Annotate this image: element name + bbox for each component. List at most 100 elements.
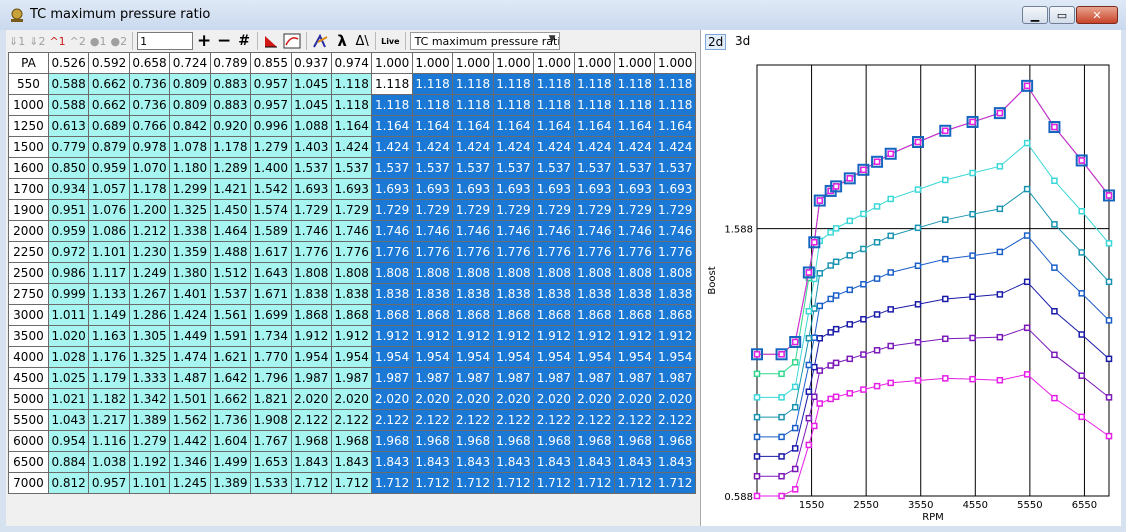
table-cell[interactable]: 1.746 — [330, 220, 373, 242]
table-cell[interactable]: 1.776 — [492, 241, 535, 263]
maximize-button[interactable]: ▭ — [1049, 6, 1075, 24]
table-cell[interactable]: 0.809 — [169, 94, 211, 116]
live-button[interactable]: Live — [380, 31, 400, 51]
table-cell[interactable]: 1.693 — [371, 178, 413, 200]
table-cell[interactable]: 1.693 — [492, 178, 535, 200]
table-cell[interactable]: 1.028 — [47, 346, 90, 368]
table-cell[interactable]: 2.122 — [371, 409, 413, 431]
table-cell[interactable]: 0.957 — [88, 472, 130, 494]
table-cell[interactable]: 1.021 — [47, 388, 90, 410]
table-cell[interactable]: 1.118 — [371, 94, 413, 116]
row-header[interactable]: 3000 — [8, 304, 49, 326]
table-cell[interactable]: 1.712 — [330, 472, 373, 494]
table-cell[interactable]: 1.746 — [573, 220, 616, 242]
table-cell[interactable]: 1.118 — [492, 73, 535, 95]
table-cell[interactable]: 1.088 — [290, 115, 332, 137]
row-header[interactable]: 1900 — [8, 199, 49, 221]
table-cell[interactable]: 1.729 — [533, 199, 575, 221]
table-cell[interactable]: 1.968 — [330, 430, 373, 452]
table-cell[interactable]: 1.200 — [128, 199, 171, 221]
table-cell[interactable]: 1.987 — [533, 367, 575, 389]
table-cell[interactable]: 1.537 — [654, 157, 696, 179]
table-cell[interactable]: 0.883 — [209, 94, 252, 116]
table-cell[interactable]: 1.533 — [250, 472, 292, 494]
table-cell[interactable]: 0.959 — [88, 157, 130, 179]
row-header[interactable]: 5000 — [8, 388, 49, 410]
table-cell[interactable]: 1.182 — [88, 388, 130, 410]
table-cell[interactable]: 1.693 — [290, 178, 332, 200]
ratio-tool-button[interactable] — [311, 31, 331, 51]
table-cell[interactable]: 1.868 — [290, 304, 332, 326]
table-cell[interactable]: 0.934 — [47, 178, 90, 200]
table-cell[interactable]: 1.712 — [371, 472, 413, 494]
table-cell[interactable]: 1.987 — [411, 367, 454, 389]
table-cell[interactable]: 1.621 — [209, 346, 252, 368]
table-cell[interactable]: 1.424 — [492, 136, 535, 158]
table-cell[interactable]: 1.537 — [411, 157, 454, 179]
table-cell[interactable]: 0.766 — [128, 115, 171, 137]
table-cell[interactable]: 1.868 — [452, 304, 494, 326]
table-cell[interactable]: 1.117 — [88, 262, 130, 284]
table-cell[interactable]: 1.230 — [128, 241, 171, 263]
table-cell[interactable]: 1.424 — [330, 136, 373, 158]
table-cell[interactable]: 1.693 — [614, 178, 656, 200]
table-cell[interactable]: 1.118 — [573, 73, 616, 95]
table-cell[interactable]: 2.122 — [452, 409, 494, 431]
table-cell[interactable]: 1.116 — [88, 430, 130, 452]
table-cell[interactable]: 1.699 — [250, 304, 292, 326]
table-cell[interactable]: 1.325 — [128, 346, 171, 368]
table-cell[interactable]: 1.987 — [452, 367, 494, 389]
table-cell[interactable]: 1.333 — [128, 367, 171, 389]
table-cell[interactable]: 1.912 — [492, 325, 535, 347]
column-header[interactable]: 1.000 — [533, 52, 575, 74]
table-cell[interactable]: 1.025 — [47, 367, 90, 389]
step-input[interactable] — [137, 32, 194, 50]
table-cell[interactable]: 1.808 — [290, 262, 332, 284]
table-cell[interactable]: 1.346 — [169, 451, 211, 473]
column-header[interactable]: 1.000 — [654, 52, 696, 74]
table-cell[interactable]: 1.118 — [614, 94, 656, 116]
table-cell[interactable]: 1.987 — [492, 367, 535, 389]
table-cell[interactable]: 1.987 — [371, 367, 413, 389]
table-cell[interactable]: 1.843 — [290, 451, 332, 473]
table-cell[interactable]: 1.912 — [654, 325, 696, 347]
table-cell[interactable]: 1.729 — [614, 199, 656, 221]
table-cell[interactable]: 1.868 — [330, 304, 373, 326]
table-cell[interactable]: 1.604 — [209, 430, 252, 452]
table-cell[interactable]: 1.164 — [492, 115, 535, 137]
table-cell[interactable]: 1.118 — [533, 94, 575, 116]
table-cell[interactable]: 1.746 — [290, 220, 332, 242]
table-cell[interactable]: 1.968 — [573, 430, 616, 452]
table-cell[interactable]: 1.838 — [371, 283, 413, 305]
table-cell[interactable]: 2.122 — [654, 409, 696, 431]
table-cell[interactable]: 2.020 — [533, 388, 575, 410]
table-cell[interactable]: 1.101 — [88, 241, 130, 263]
table-cell[interactable]: 0.662 — [88, 73, 130, 95]
table-cell[interactable]: 2.122 — [573, 409, 616, 431]
table-cell[interactable]: 1.712 — [452, 472, 494, 494]
table-cell[interactable]: 1.808 — [654, 262, 696, 284]
table-cell[interactable]: 1.045 — [290, 94, 332, 116]
table-cell[interactable]: 1.070 — [128, 157, 171, 179]
table-cell[interactable]: 1.729 — [452, 199, 494, 221]
table-cell[interactable]: 1.968 — [290, 430, 332, 452]
table-cell[interactable]: 1.163 — [88, 325, 130, 347]
table-cell[interactable]: 1.838 — [330, 283, 373, 305]
table-cell[interactable]: 1.843 — [573, 451, 616, 473]
table-cell[interactable]: 1.164 — [614, 115, 656, 137]
table-cell[interactable]: 1.342 — [128, 388, 171, 410]
table-cell[interactable]: 1.954 — [614, 346, 656, 368]
table-cell[interactable]: 1.712 — [614, 472, 656, 494]
table-cell[interactable]: 0.951 — [47, 199, 90, 221]
plus-button[interactable]: + — [195, 31, 213, 51]
table-cell[interactable]: 1.212 — [128, 220, 171, 242]
table-cell[interactable]: 1.912 — [330, 325, 373, 347]
table-cell[interactable]: 1.118 — [411, 73, 454, 95]
table-cell[interactable]: 1.537 — [533, 157, 575, 179]
table-cell[interactable]: 1.671 — [250, 283, 292, 305]
table-cell[interactable]: 0.613 — [47, 115, 90, 137]
table-cell[interactable]: 1.712 — [573, 472, 616, 494]
table-cell[interactable]: 1.808 — [533, 262, 575, 284]
table-cell[interactable]: 0.954 — [47, 430, 90, 452]
table-cell[interactable]: 1.389 — [128, 409, 171, 431]
